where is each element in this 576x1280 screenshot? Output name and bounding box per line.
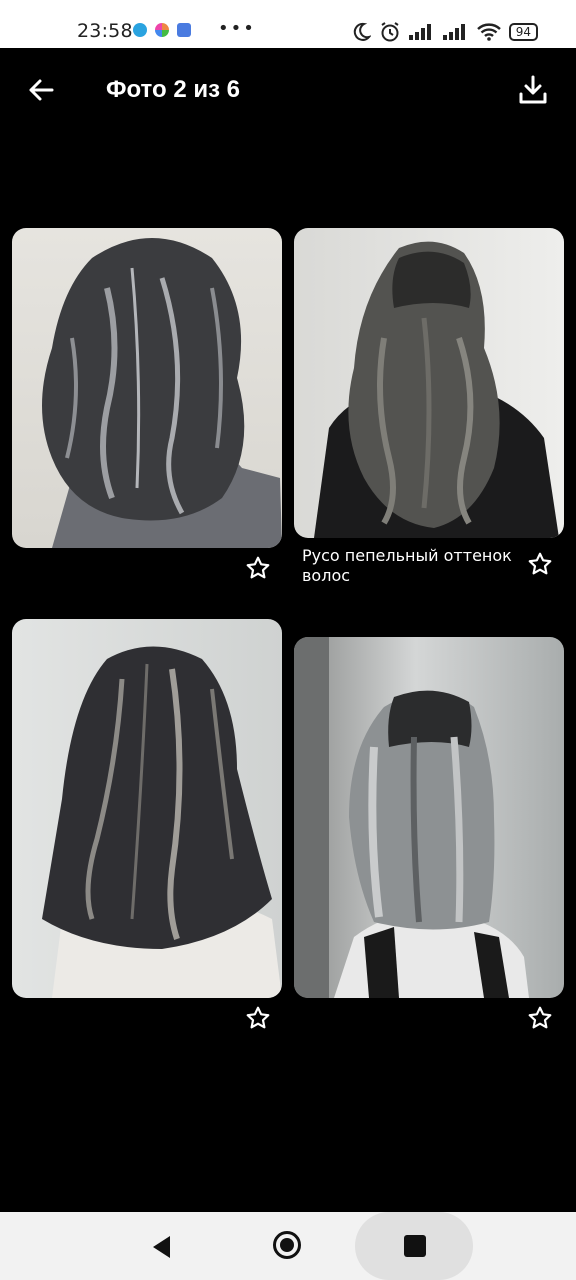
navigation-bar bbox=[0, 1212, 576, 1280]
hair-photo-image bbox=[314, 241, 559, 538]
download-icon[interactable] bbox=[518, 74, 548, 106]
alarm-icon bbox=[381, 22, 399, 42]
nav-back-icon[interactable] bbox=[150, 1234, 172, 1260]
photo-3[interactable] bbox=[12, 619, 282, 998]
hair-photo-image bbox=[42, 646, 282, 998]
photo-caption: Русо пепельный оттенок волос bbox=[302, 546, 512, 585]
star-outline-icon[interactable] bbox=[245, 1005, 271, 1031]
star-outline-icon[interactable] bbox=[245, 555, 271, 581]
status-time: 23:58 bbox=[77, 20, 133, 42]
arrow-left-icon[interactable] bbox=[26, 75, 56, 105]
telegram-icon bbox=[133, 23, 147, 37]
battery-icon: 94 bbox=[508, 23, 538, 41]
status-bar: 23:58 ••• 94 bbox=[0, 0, 576, 48]
photo-1[interactable] bbox=[12, 228, 282, 548]
page-title: Фото 2 из 6 bbox=[106, 76, 241, 103]
nav-recents-icon[interactable] bbox=[404, 1235, 426, 1257]
star-outline-icon[interactable] bbox=[527, 551, 553, 577]
star-outline-icon[interactable] bbox=[527, 1005, 553, 1031]
signal-icon bbox=[408, 24, 431, 40]
hair-photo-image bbox=[294, 637, 529, 998]
signal-icon bbox=[442, 24, 465, 40]
app-icon bbox=[177, 23, 191, 37]
more-notifications-icon: ••• bbox=[218, 18, 256, 39]
nav-home-icon[interactable] bbox=[272, 1230, 302, 1260]
photo-4[interactable] bbox=[294, 637, 564, 998]
app-bar: Фото 2 из 6 bbox=[0, 48, 576, 132]
app-icon bbox=[155, 23, 169, 37]
photo-2[interactable] bbox=[294, 228, 564, 538]
status-right: 94 bbox=[351, 21, 538, 43]
wifi-icon bbox=[476, 23, 501, 41]
moon-icon bbox=[353, 22, 371, 41]
hair-photo-image bbox=[42, 238, 282, 548]
status-app-icons bbox=[133, 23, 191, 37]
